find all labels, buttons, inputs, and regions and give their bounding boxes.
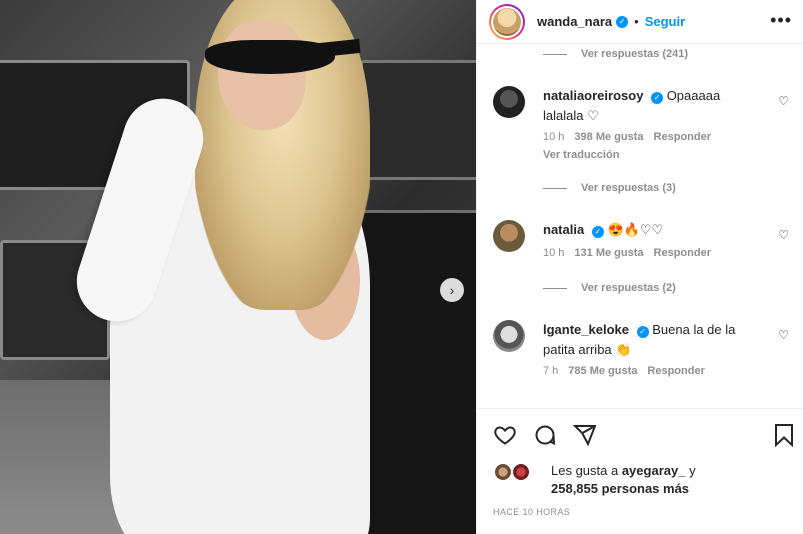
verified-badge-icon: ✓ (636, 326, 649, 338)
reply-button[interactable]: Responder (647, 365, 704, 377)
comment-likes[interactable]: 131 Me gusta (574, 247, 643, 259)
avatar[interactable] (493, 86, 525, 118)
post-author-username[interactable]: wanda_nara (537, 14, 612, 29)
comment-meta: 10 h 398 Me gusta Responder (543, 131, 711, 143)
comment-username[interactable]: nataliaoreirosoy (543, 88, 643, 103)
share-icon[interactable] (572, 423, 597, 452)
comment-icon[interactable] (533, 423, 557, 452)
likes-text: Les gusta a ayegaray_ y 258,855 personas… (551, 463, 696, 496)
reply-button[interactable]: Responder (654, 131, 711, 143)
comment-time: 7 h (543, 365, 559, 377)
verified-badge-icon: ✓ (651, 92, 664, 104)
avatar[interactable] (493, 220, 525, 252)
more-horizontal-icon[interactable]: ••• (770, 10, 792, 31)
bookmark-icon[interactable] (773, 423, 795, 452)
comment-username[interactable]: natalia (543, 222, 584, 237)
equipment-case (360, 60, 476, 180)
comment-likes[interactable]: 398 Me gusta (574, 131, 643, 143)
comment-meta: 7 h 785 Me gusta Responder (543, 365, 705, 377)
like-comment-heart-icon[interactable]: ♡ (778, 94, 789, 108)
view-replies-button[interactable]: Ver respuestas (2) (543, 282, 676, 294)
chevron-right-icon[interactable]: › (440, 278, 464, 302)
separator: • (634, 14, 639, 29)
follow-button[interactable]: Seguir (645, 14, 685, 29)
post-actions (477, 408, 803, 460)
view-replies-button[interactable]: Ver respuestas (241) (543, 48, 688, 60)
comment-likes[interactable]: 785 Me gusta (568, 365, 637, 377)
like-comment-heart-icon[interactable]: ♡ (778, 328, 789, 342)
comment-body: lgante_keloke ✓ Buena la de la patita ar… (543, 320, 763, 360)
comment-body: nataliaoreirosoy ✓ Opaaaaa lalalala ♡ (543, 86, 763, 126)
verified-badge-icon: ✓ (616, 15, 629, 28)
comment-body: natalia ✓ 😍🔥♡♡ (543, 220, 763, 240)
comments-list[interactable]: Ver respuestas (241) nataliaoreirosoy ✓ … (477, 44, 803, 408)
see-translation-link[interactable]: Ver traducción (543, 149, 619, 161)
verified-badge-icon: ✓ (591, 226, 604, 238)
avatar[interactable] (489, 3, 525, 40)
post-header: wanda_nara ✓ • Seguir ••• (477, 0, 803, 44)
avatar[interactable] (493, 320, 525, 352)
post-side-panel: wanda_nara ✓ • Seguir ••• Ver respuestas… (476, 0, 803, 534)
post-photo[interactable]: › (0, 0, 476, 534)
comment-time: 10 h (543, 131, 565, 143)
comment-text: 😍🔥♡♡ (607, 222, 664, 237)
reply-button[interactable]: Responder (654, 247, 711, 259)
likes-summary: Les gusta a ayegaray_ y 258,855 personas… (493, 462, 793, 498)
lace-mask (205, 40, 335, 74)
comment-meta: 10 h 131 Me gusta Responder (543, 247, 711, 259)
post-timestamp[interactable]: HACE 10 HORAS (493, 507, 570, 517)
heart-icon[interactable] (493, 423, 517, 452)
avatar[interactable] (493, 462, 513, 482)
like-comment-heart-icon[interactable]: ♡ (778, 228, 789, 242)
face (218, 20, 306, 130)
likes-count[interactable]: 258,855 personas más (551, 481, 689, 496)
comment-time: 10 h (543, 247, 565, 259)
comment-username[interactable]: lgante_keloke (543, 322, 629, 337)
liker-username[interactable]: ayegaray_ (622, 463, 686, 478)
avatar[interactable] (511, 462, 531, 482)
view-replies-button[interactable]: Ver respuestas (3) (543, 182, 676, 194)
